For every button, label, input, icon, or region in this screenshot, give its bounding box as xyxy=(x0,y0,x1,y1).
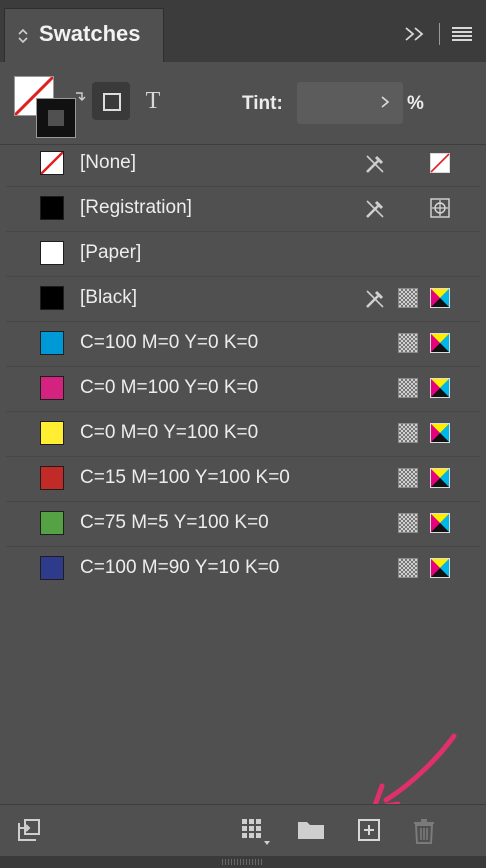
process-color-icon xyxy=(398,288,418,308)
swatch-row-yellow[interactable]: C=0 M=0 Y=100 K=0 xyxy=(6,412,480,457)
swatch-name: C=100 M=0 Y=0 K=0 xyxy=(80,332,259,353)
swatch-chip xyxy=(40,556,64,580)
tint-label: Tint: xyxy=(242,93,283,114)
cmyk-mode-icon xyxy=(430,378,450,398)
cmyk-mode-icon xyxy=(430,288,450,308)
cmyk-mode-icon xyxy=(430,513,450,533)
none-mode-icon xyxy=(430,153,450,173)
panel-menu-icon[interactable] xyxy=(452,27,472,41)
process-color-icon xyxy=(398,378,418,398)
process-color-icon xyxy=(398,558,418,578)
swatch-name: [Black] xyxy=(80,287,138,308)
swatch-chip xyxy=(40,196,64,220)
cmyk-mode-icon xyxy=(430,558,450,578)
swatch-views-icon[interactable] xyxy=(240,817,274,847)
panel-tab-bar: Swatches xyxy=(0,0,486,63)
tint-unit: % xyxy=(407,93,424,114)
tab-swatches[interactable]: Swatches xyxy=(4,8,164,62)
cmyk-mode-icon xyxy=(430,468,450,488)
cannot-edit-icon xyxy=(366,290,384,308)
swatch-chip xyxy=(40,286,64,310)
tint-input[interactable] xyxy=(297,82,403,124)
panel-header-controls xyxy=(403,22,472,46)
swatch-row-cyan[interactable]: C=100 M=0 Y=0 K=0 xyxy=(6,322,480,367)
swatch-name: [Paper] xyxy=(80,242,142,263)
swatch-chip xyxy=(40,376,64,400)
stroke-swatch[interactable] xyxy=(36,98,76,138)
cannot-edit-icon xyxy=(366,155,384,173)
header-divider xyxy=(439,23,440,45)
show-swatch-kinds-icon[interactable] xyxy=(16,817,42,843)
panel-footer xyxy=(0,804,486,857)
swatch-name: C=0 M=0 Y=100 K=0 xyxy=(80,422,259,443)
cmyk-mode-icon xyxy=(430,423,450,443)
process-color-icon xyxy=(398,468,418,488)
swatch-chip xyxy=(40,151,64,175)
container-square-icon xyxy=(103,93,121,111)
registration-target-icon xyxy=(430,198,450,218)
collapse-panel-icon[interactable] xyxy=(403,25,427,43)
swatch-row-magenta[interactable]: C=0 M=100 Y=0 K=0 xyxy=(6,367,480,412)
new-swatch-icon[interactable] xyxy=(356,817,382,843)
swatch-name: C=0 M=100 Y=0 K=0 xyxy=(80,377,259,398)
swatch-row-paper[interactable]: [Paper] xyxy=(6,232,480,277)
fill-stroke-widget[interactable] xyxy=(14,76,86,138)
process-color-icon xyxy=(398,513,418,533)
new-color-group-folder-icon[interactable] xyxy=(296,817,326,843)
collapse-toggle-icon[interactable] xyxy=(17,27,29,45)
formatting-affects-text-icon[interactable]: T xyxy=(140,84,166,118)
process-color-icon xyxy=(398,423,418,443)
cannot-edit-icon xyxy=(366,200,384,218)
swatch-chip xyxy=(40,421,64,445)
swatch-name: [None] xyxy=(80,152,136,173)
swatches-panel: Swatches T Tint: % [None] [Registration]… xyxy=(0,0,486,868)
process-color-icon xyxy=(398,333,418,353)
swatch-chip xyxy=(40,331,64,355)
cmyk-mode-icon xyxy=(430,333,450,353)
swatch-row-green[interactable]: C=75 M=5 Y=100 K=0 xyxy=(6,502,480,547)
swatch-row-black[interactable]: [Black] xyxy=(6,277,480,322)
swatch-row-red[interactable]: C=15 M=100 Y=100 K=0 xyxy=(6,457,480,502)
swatch-name: C=100 M=90 Y=10 K=0 xyxy=(80,557,280,578)
swatch-chip xyxy=(40,511,64,535)
panel-title: Swatches xyxy=(39,21,141,46)
none-slash-icon xyxy=(41,152,63,174)
swatch-name: [Registration] xyxy=(80,197,192,218)
swap-fill-stroke-icon[interactable] xyxy=(74,90,86,102)
delete-swatch-trash-icon[interactable] xyxy=(412,817,436,845)
swatch-row-none[interactable]: [None] xyxy=(6,142,480,187)
swatch-chip xyxy=(40,241,64,265)
formatting-affects-container-button[interactable] xyxy=(92,82,130,120)
swatch-name: C=75 M=5 Y=100 K=0 xyxy=(80,512,269,533)
swatch-list: [None] [Registration] [Paper] [Black] C=… xyxy=(6,142,480,591)
swatch-chip xyxy=(40,466,64,490)
chevron-right-icon[interactable] xyxy=(381,96,389,108)
stroke-inner xyxy=(47,109,65,127)
panel-resize-grip[interactable] xyxy=(0,856,486,868)
swatch-row-registration[interactable]: [Registration] xyxy=(6,187,480,232)
grip-lines xyxy=(222,859,262,865)
swatch-name: C=15 M=100 Y=100 K=0 xyxy=(80,467,290,488)
swatch-row-blue[interactable]: C=100 M=90 Y=10 K=0 xyxy=(6,547,480,591)
